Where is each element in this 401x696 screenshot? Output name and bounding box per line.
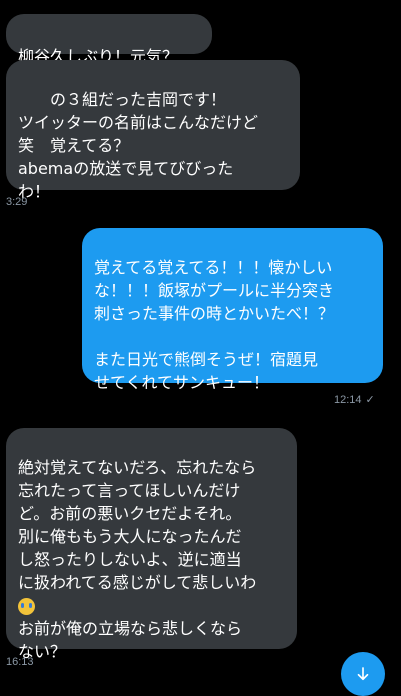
message-text: 覚えてる覚えてる！！！懐かしい な！！！飯塚がプールに半分突き 刺さった事件の時… [94, 258, 335, 392]
scroll-to-bottom-button[interactable] [341, 652, 385, 696]
message-time-text: 12:14 [334, 394, 362, 406]
message-bubble-incoming[interactable]: 絶対覚えてないだろ、忘れたなら 忘れたって言ってほしいんだけ ど。お前の悪いクセ… [6, 428, 297, 661]
message-text-continued: お前が俺の立場なら悲しくなら ない？ [18, 619, 243, 661]
read-receipt-icon: ✓ [365, 394, 375, 406]
message-text: 絶対覚えてないだろ、忘れたなら 忘れたって言ってほしいんだけ ど。お前の悪いクセ… [18, 458, 257, 592]
message-bubble-outgoing[interactable]: 覚えてる覚えてる！！！懐かしい な！！！飯塚がプールに半分突き 刺さった事件の時… [82, 228, 383, 392]
message-bubble-incoming[interactable]: 柳谷久しぶり！元気？ [6, 14, 212, 66]
arrow-down-icon [357, 667, 369, 681]
message-timestamp: 12:14 ✓ [334, 393, 375, 406]
message-text: の３組だった吉岡です！ ツイッターの名前はこんなだけど 笑 覚えてる？ abem… [18, 90, 259, 201]
message-timestamp: 3:29 [6, 196, 28, 208]
message-bubble-incoming[interactable]: の３組だった吉岡です！ ツイッターの名前はこんなだけど 笑 覚えてる？ abem… [6, 60, 300, 201]
crying-face-emoji-icon [18, 598, 35, 615]
message-timestamp: 16:13 [6, 656, 34, 668]
